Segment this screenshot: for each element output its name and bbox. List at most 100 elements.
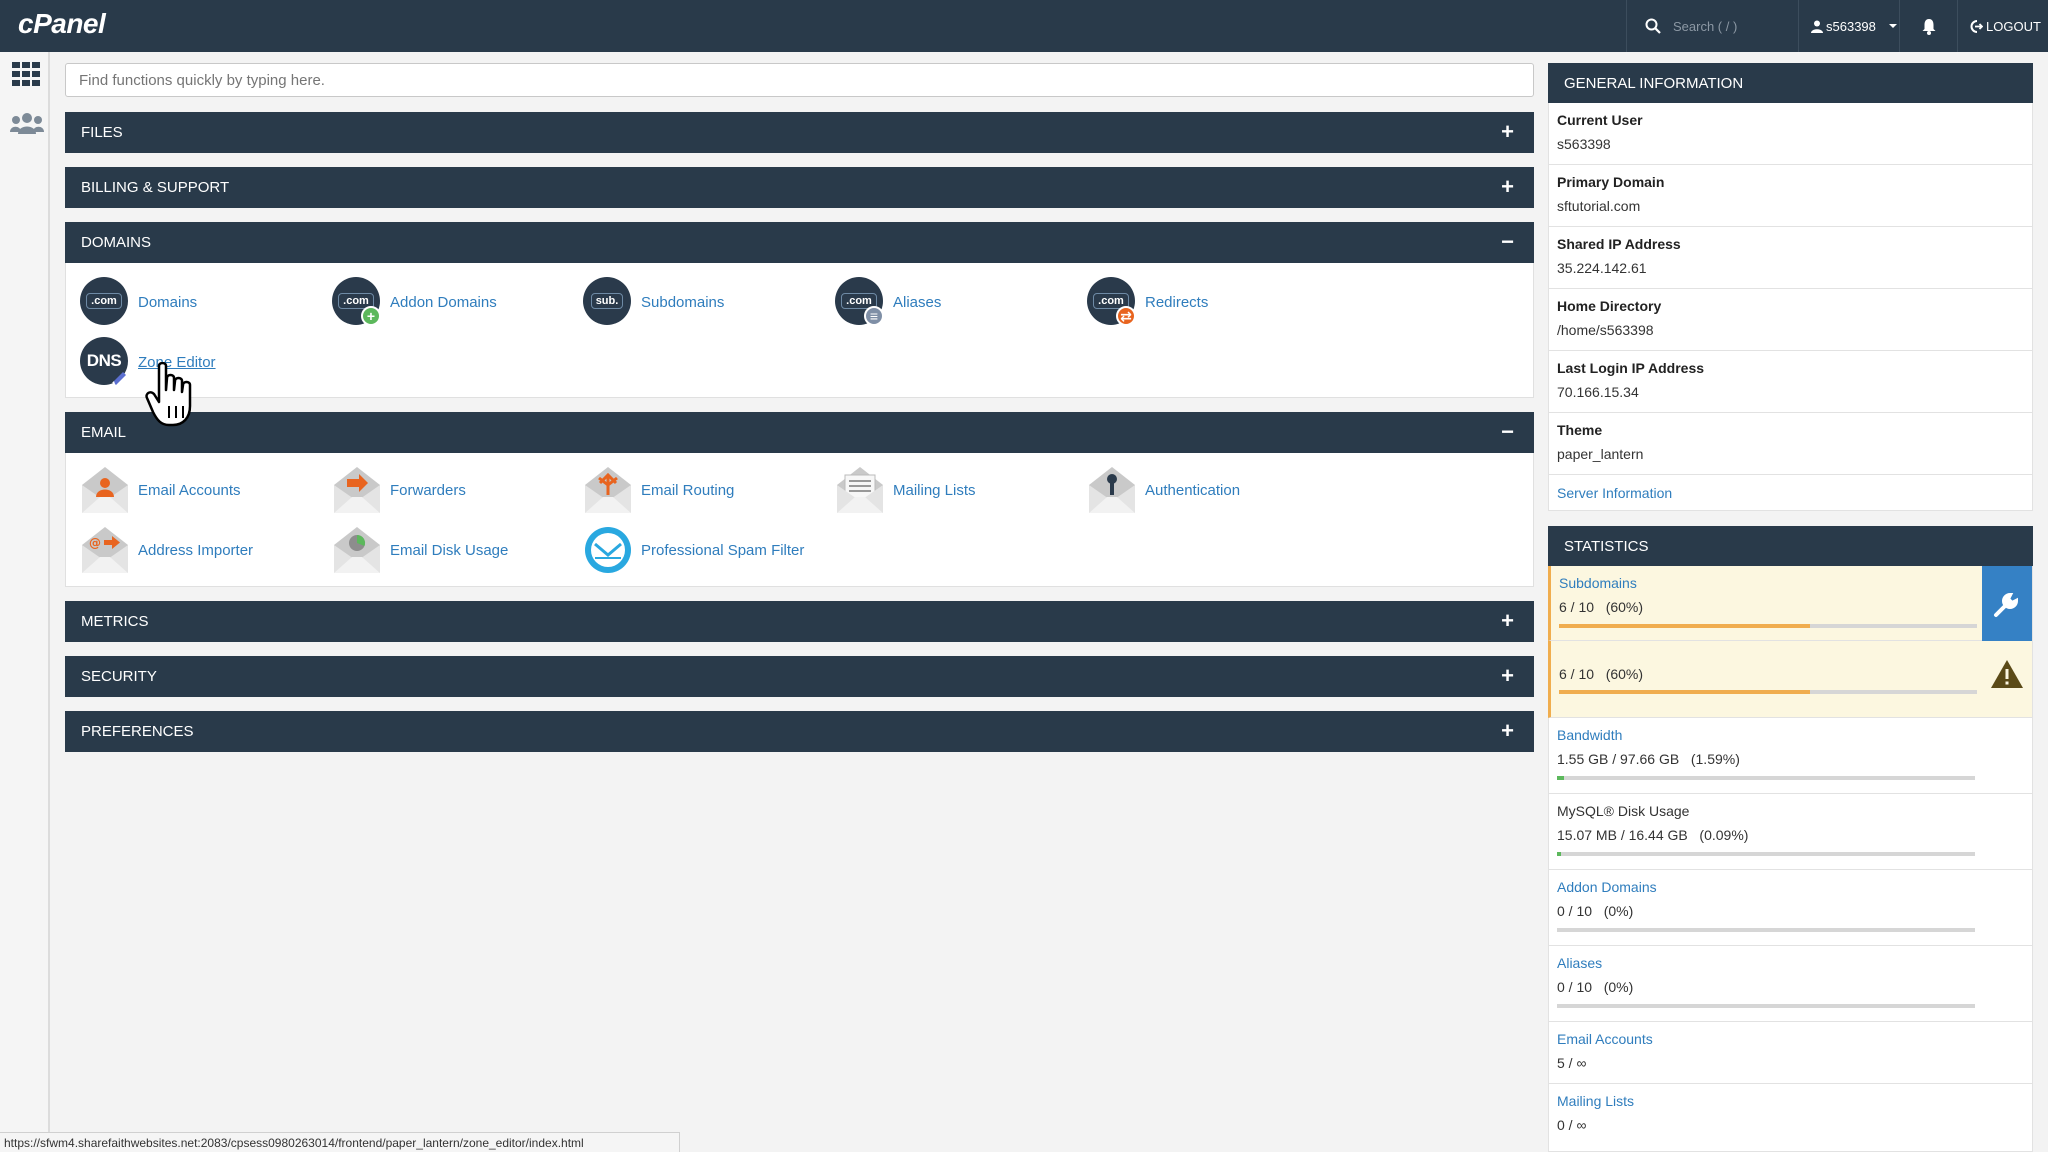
address-importer-link[interactable]: @ Address Importer (80, 525, 253, 575)
statistics-header: STATISTICS (1548, 526, 2033, 566)
collapse-icon[interactable]: − (1501, 421, 1514, 443)
usage-bar (1557, 1004, 1975, 1008)
domains-link[interactable]: .com Domains (80, 277, 197, 327)
warning-icon (1991, 660, 2023, 688)
server-information-row: Server Information (1548, 475, 2033, 511)
stat-row-aliases: Aliases 0 / 10 (0%) (1548, 946, 2033, 1022)
redirects-icon: .com ⇄ (1087, 277, 1137, 327)
expand-icon[interactable]: + (1501, 665, 1514, 687)
logout-button[interactable]: LOGOUT (1960, 0, 2048, 52)
notifications-button[interactable] (1900, 0, 1958, 52)
expand-icon[interactable]: + (1501, 720, 1514, 742)
usage-bar (1557, 776, 1975, 780)
domains-icon: .com (80, 277, 130, 327)
redirects-link[interactable]: .com ⇄ Redirects (1087, 277, 1208, 327)
stat-label[interactable]: Subdomains (1559, 575, 2032, 591)
section-security-header[interactable]: SECURITY + (65, 656, 1534, 697)
mailing-lists-link[interactable]: Mailing Lists (835, 465, 976, 515)
email-routing-link[interactable]: Email Routing (583, 465, 734, 515)
stat-value: 6 / 10 (60%) (1559, 599, 1644, 615)
addon-domains-link[interactable]: .com + Addon Domains (332, 277, 497, 327)
email-accounts-icon (80, 465, 130, 515)
forwarders-icon (332, 465, 382, 515)
stat-value: 6 / 10 (60%) (1559, 666, 1644, 682)
section-title: FILES (81, 124, 123, 141)
stat-value: 5 / ∞ (1557, 1055, 1587, 1071)
email-routing-icon (583, 465, 633, 515)
server-information-link[interactable]: Server Information (1557, 485, 2032, 501)
authentication-link[interactable]: Authentication (1087, 465, 1240, 515)
stat-row-email-accounts: Email Accounts 5 / ∞ (1548, 1022, 2033, 1084)
logout-icon (1970, 19, 1983, 33)
forwarders-link[interactable]: Forwarders (332, 465, 466, 515)
section-title: SECURITY (81, 668, 157, 685)
stat-label[interactable]: Bandwidth (1557, 727, 2032, 743)
stat-row-subdomains: Subdomains 6 / 10 (60%) (1548, 566, 2033, 641)
collapse-icon[interactable]: − (1501, 231, 1514, 253)
usage-bar-fill (1559, 624, 1810, 628)
stat-row-addon-domains: Addon Domains 0 / 10 (0%) (1548, 870, 2033, 946)
dns-zone-editor-icon: DNS (80, 337, 130, 387)
top-search-box[interactable]: Search ( / ) (1626, 0, 1798, 52)
subdomains-link[interactable]: sub. Subdomains (583, 277, 724, 327)
browser-status-url: https://sfwm4.sharefaithwebsites.net:208… (0, 1132, 680, 1152)
section-email-header[interactable]: EMAIL − (65, 412, 1534, 453)
hand-pointer-cursor-icon (145, 361, 205, 433)
usage-bar (1557, 852, 1975, 856)
users-icon[interactable] (10, 112, 44, 139)
username-label: s563398 (1826, 18, 1876, 34)
mailing-lists-icon (835, 465, 885, 515)
usage-bar (1557, 928, 1975, 932)
aliases-link[interactable]: .com ≡ Aliases (835, 277, 941, 327)
expand-icon[interactable]: + (1501, 121, 1514, 143)
section-files-header[interactable]: FILES + (65, 112, 1534, 153)
expand-icon[interactable]: + (1501, 176, 1514, 198)
stat-label[interactable]: Aliases (1557, 955, 2032, 971)
section-title: DOMAINS (81, 234, 152, 251)
configure-button[interactable] (1982, 566, 2032, 641)
section-billing-header[interactable]: BILLING & SUPPORT + (65, 167, 1534, 208)
user-menu[interactable]: s563398 (1798, 0, 1900, 52)
stat-value: 0 / 10 (0%) (1557, 903, 1634, 919)
info-row-shared-ip: Shared IP Address 35.224.142.61 (1548, 227, 2033, 289)
section-title: METRICS (81, 613, 149, 630)
usage-bar-fill (1557, 852, 1562, 856)
stat-label: MySQL® Disk Usage (1557, 803, 1690, 819)
quick-find-input[interactable] (65, 63, 1534, 97)
top-navigation-bar: cPanel Search ( / ) s563398 LOGOUT (0, 0, 2048, 52)
general-information-header: GENERAL INFORMATION (1548, 63, 2033, 103)
stat-label[interactable]: Addon Domains (1557, 879, 2032, 895)
svg-text:@: @ (89, 536, 101, 550)
subdomains-icon: sub. (583, 277, 633, 327)
stat-value: 0 / ∞ (1557, 1117, 1587, 1133)
usage-bar-fill (1557, 776, 1564, 780)
email-disk-usage-icon (332, 525, 382, 575)
search-icon (1645, 18, 1661, 34)
email-accounts-link[interactable]: Email Accounts (80, 465, 241, 515)
section-preferences-header[interactable]: PREFERENCES + (65, 711, 1534, 752)
stat-row-mailing-lists: Mailing Lists 0 / ∞ (1548, 1084, 2033, 1152)
stat-value: 15.07 MB / 16.44 GB (0.09%) (1557, 827, 1749, 843)
stat-value: 1.55 GB / 97.66 GB (1.59%) (1557, 751, 1740, 767)
stat-label[interactable]: Mailing Lists (1557, 1093, 2032, 1109)
top-search-placeholder: Search ( / ) (1673, 18, 1738, 34)
user-icon (1811, 20, 1823, 33)
wrench-icon (1994, 592, 2019, 617)
left-sidebar (0, 52, 50, 1152)
stat-label[interactable]: Email Accounts (1557, 1031, 2032, 1047)
professional-spam-filter-link[interactable]: Professional Spam Filter (583, 525, 804, 575)
section-title: PREFERENCES (81, 723, 194, 740)
expand-icon[interactable]: + (1501, 610, 1514, 632)
email-disk-usage-link[interactable]: Email Disk Usage (332, 525, 508, 575)
info-row-current-user: Current User s563398 (1548, 103, 2033, 165)
addon-domains-icon: .com + (332, 277, 382, 327)
section-metrics-header[interactable]: METRICS + (65, 601, 1534, 642)
home-grid-icon[interactable] (12, 62, 40, 91)
logout-label: LOGOUT (1986, 18, 2041, 34)
cpanel-logo[interactable]: cPanel (18, 8, 106, 40)
usage-bar (1559, 690, 1977, 694)
info-row-home-directory: Home Directory /home/s563398 (1548, 289, 2033, 351)
stat-row-subdomains-warning: 6 / 10 (60%) (1548, 641, 2033, 718)
section-domains-header[interactable]: DOMAINS − (65, 222, 1534, 263)
info-row-last-login-ip: Last Login IP Address 70.166.15.34 (1548, 351, 2033, 413)
